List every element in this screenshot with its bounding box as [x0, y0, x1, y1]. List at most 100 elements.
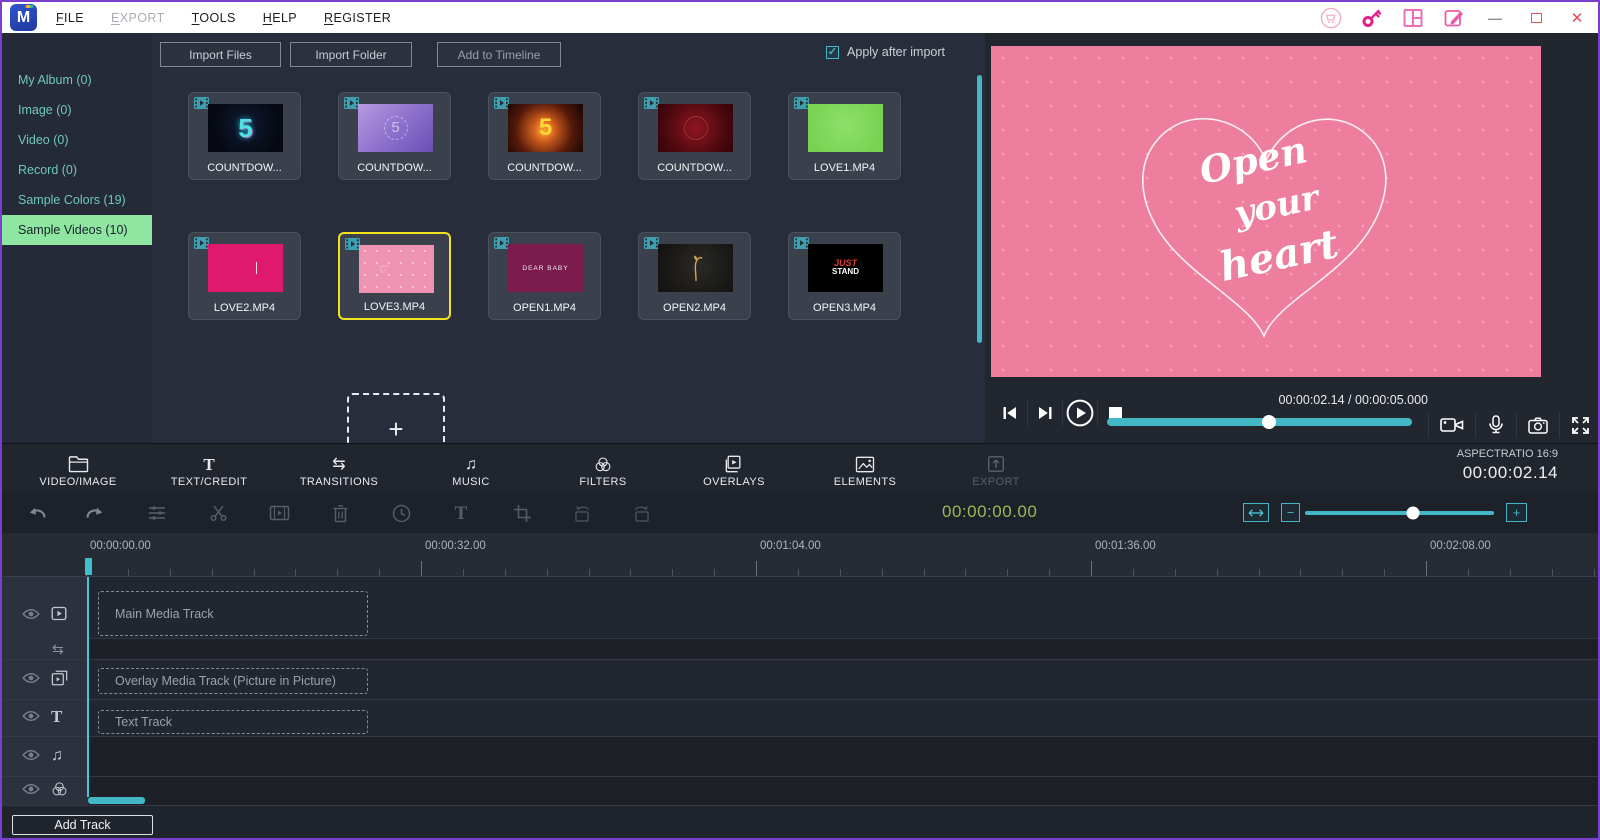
sidebar-item-record-0[interactable]: Record (0): [2, 155, 152, 185]
media-thumbnail-countdow[interactable]: 5COUNTDOW...: [338, 92, 451, 180]
apply-after-import-checkbox[interactable]: ✓: [826, 46, 839, 59]
import-files-button[interactable]: Import Files: [160, 42, 281, 67]
tab-transitions[interactable]: ⇆TRANSITIONS: [274, 449, 404, 491]
tab-label: EXPORT: [931, 476, 1061, 488]
eye-toggle-icon[interactable]: [22, 710, 40, 722]
track-placeholder-video[interactable]: Main Media Track: [98, 591, 368, 636]
aspect-ratio-label: ASPECTRATIO 16:9: [1457, 448, 1558, 460]
key-icon[interactable]: [1361, 7, 1383, 29]
track-content-overlay[interactable]: Overlay Media Track (Picture in Picture): [88, 660, 1598, 699]
ruler-minor-tick: [965, 569, 966, 576]
previous-frame-button[interactable]: [995, 398, 1025, 428]
ruler-minor-tick: [1300, 569, 1301, 576]
ruler-minor-tick: [840, 569, 841, 576]
app-logo: M: [10, 4, 37, 31]
zoom-slider[interactable]: [1305, 511, 1494, 515]
eye-toggle-icon[interactable]: [22, 608, 40, 620]
import-folder-button[interactable]: Import Folder: [290, 42, 412, 67]
playback-progress-bar[interactable]: [1107, 418, 1412, 426]
zoom-out-button[interactable]: −: [1281, 503, 1300, 522]
track-row-effects: [2, 777, 1598, 806]
media-thumbnail-open3-mp4[interactable]: JUSTSTANDOPEN3.MP4: [788, 232, 901, 320]
microphone-icon[interactable]: [1487, 415, 1505, 435]
edit-icon[interactable]: [1443, 7, 1465, 29]
duration-button[interactable]: [388, 500, 414, 526]
sidebar-item-video-0[interactable]: Video (0): [2, 125, 152, 155]
filters-icon: [538, 449, 668, 473]
detach-button[interactable]: [266, 500, 292, 526]
text-edit-button[interactable]: T: [448, 500, 474, 526]
fullscreen-icon[interactable]: [1571, 416, 1590, 435]
track-content-effects[interactable]: [88, 777, 1598, 805]
media-scrollbar[interactable]: [977, 75, 982, 343]
eye-toggle-icon[interactable]: [22, 672, 40, 684]
rotate-right-button[interactable]: [629, 500, 655, 526]
undo-button[interactable]: [24, 500, 50, 526]
adjust-button[interactable]: [144, 500, 170, 526]
media-thumbnail-love1-mp4[interactable]: LOVE1.MP4: [788, 92, 901, 180]
film-clip-icon: [794, 237, 809, 249]
add-to-timeline-button[interactable]: Add to Timeline: [437, 42, 561, 67]
tab-export[interactable]: EXPORT: [931, 449, 1061, 491]
media-thumbnail-love2-mp4[interactable]: LOVE2.MP4: [188, 232, 301, 320]
sidebar-item-sample-colors-19[interactable]: Sample Colors (19): [2, 185, 152, 215]
sidebar-item-image-0[interactable]: Image (0): [2, 95, 152, 125]
media-thumbnail-open2-mp4[interactable]: OPEN2.MP4: [638, 232, 751, 320]
timeline-playhead-time: 00:00:00.00: [942, 502, 1037, 522]
record-camera-icon[interactable]: [1440, 416, 1464, 434]
ruler-time-label: 00:02:08.00: [1430, 540, 1491, 552]
delete-button[interactable]: [327, 500, 353, 526]
redo-button[interactable]: [82, 500, 108, 526]
timeline-hscrollbar[interactable]: [88, 797, 145, 804]
status-block: ASPECTRATIO 16:9 00:00:02.14: [1457, 448, 1558, 483]
tab-elements[interactable]: ELEMENTS: [800, 449, 930, 491]
cart-icon[interactable]: [1320, 7, 1342, 29]
snapshot-camera-icon[interactable]: [1528, 417, 1548, 434]
eye-toggle-icon[interactable]: [22, 749, 40, 761]
track-placeholder-overlay[interactable]: Overlay Media Track (Picture in Picture): [98, 668, 368, 694]
add-track-button[interactable]: Add Track: [12, 815, 153, 835]
crop-button[interactable]: [509, 500, 535, 526]
tab-music[interactable]: ♫MUSIC: [406, 449, 536, 491]
play-button[interactable]: [1065, 398, 1095, 428]
ruler-minor-tick: [924, 569, 925, 576]
eye-toggle-icon[interactable]: [22, 783, 40, 795]
sidebar-item-sample-videos-10[interactable]: Sample Videos (10): [2, 215, 152, 245]
track-content-music[interactable]: [88, 737, 1598, 776]
tab-label: FILTERS: [538, 476, 668, 488]
zoom-fit-button[interactable]: [1243, 503, 1269, 522]
maximize-icon[interactable]: [1525, 7, 1547, 29]
media-thumbnail-countdow[interactable]: COUNTDOW...: [638, 92, 751, 180]
layout-icon[interactable]: [1402, 7, 1424, 29]
playhead-line[interactable]: [87, 577, 89, 797]
zoom-in-button[interactable]: +: [1506, 503, 1527, 522]
tab-video-image[interactable]: VIDEO/IMAGE: [13, 449, 143, 491]
overlay-track-icon: [51, 670, 68, 686]
menu-item-file[interactable]: FILE: [56, 11, 84, 25]
tab-filters[interactable]: FILTERS: [538, 449, 668, 491]
ruler-minor-tick: [1342, 569, 1343, 576]
ruler-time-label: 00:00:00.00: [90, 540, 151, 552]
menu-item-help[interactable]: HELP: [263, 11, 297, 25]
media-thumbnail-love3-mp4[interactable]: ♡LOVE3.MP4: [338, 232, 451, 320]
media-thumbnail-countdow[interactable]: 5COUNTDOW...: [488, 92, 601, 180]
media-thumbnail-countdow[interactable]: 5COUNTDOW...: [188, 92, 301, 180]
minimize-icon[interactable]: —: [1484, 7, 1506, 29]
playhead-handle[interactable]: [85, 558, 92, 575]
menu-item-tools[interactable]: TOOLS: [192, 11, 236, 25]
menu-item-export[interactable]: EXPORT: [111, 11, 165, 25]
sidebar-item-my-album-0[interactable]: My Album (0): [2, 65, 152, 95]
timeline-ruler[interactable]: 00:00:00.0000:00:32.0000:01:04.0000:01:3…: [2, 533, 1598, 577]
tab-overlays[interactable]: OVERLAYS: [669, 449, 799, 491]
menu-item-register[interactable]: REGISTER: [324, 11, 391, 25]
playback-progress-thumb[interactable]: [1262, 415, 1276, 429]
track-content-text[interactable]: Text Track: [88, 700, 1598, 736]
cut-button[interactable]: [205, 500, 231, 526]
track-placeholder-text[interactable]: Text Track: [98, 710, 368, 734]
rotate-left-button[interactable]: [569, 500, 595, 526]
tab-text-credit[interactable]: TTEXT/CREDIT: [144, 449, 274, 491]
zoom-slider-thumb[interactable]: [1406, 507, 1419, 520]
next-frame-button[interactable]: [1030, 398, 1060, 428]
media-thumbnail-open1-mp4[interactable]: DEAR BABYOPEN1.MP4: [488, 232, 601, 320]
close-icon[interactable]: ✕: [1566, 7, 1588, 29]
